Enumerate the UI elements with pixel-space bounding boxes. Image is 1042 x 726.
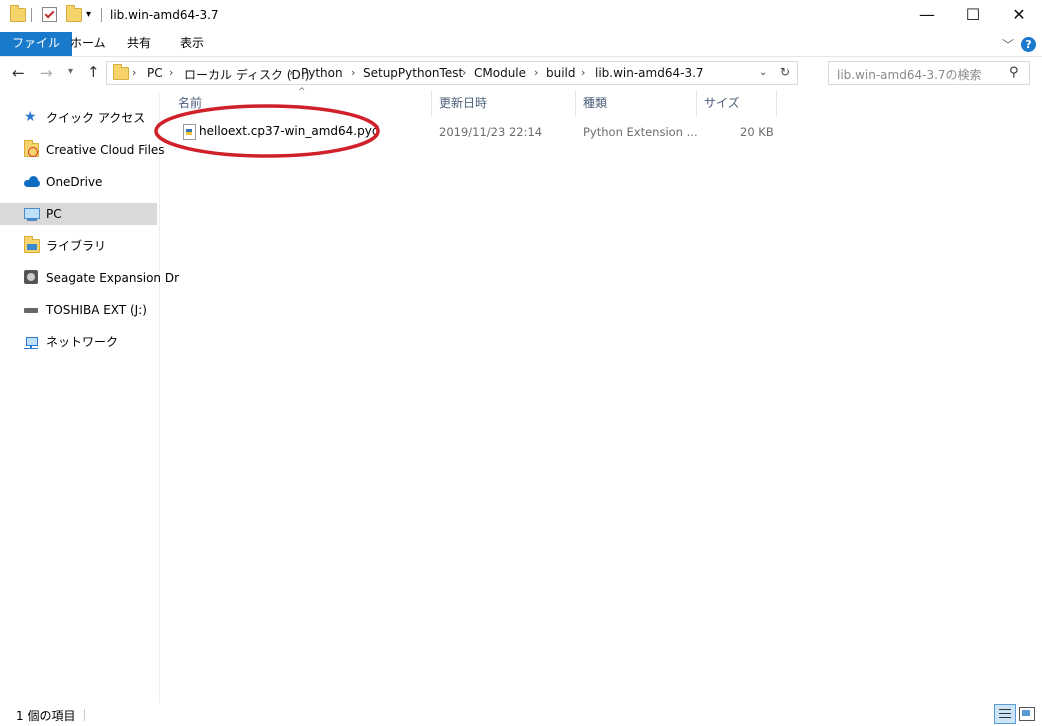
- sort-ascending-icon: ^: [298, 87, 306, 97]
- breadcrumb-setuppythontest[interactable]: SetupPythonTest: [363, 66, 463, 80]
- search-icon[interactable]: ⚲: [1009, 65, 1019, 80]
- large-icons-view-icon[interactable]: [1019, 707, 1035, 721]
- sidebar-item-library[interactable]: ライブラリ: [0, 235, 157, 257]
- sidebar-item-label: クイック アクセス: [46, 111, 146, 125]
- sidebar-item-seagate[interactable]: Seagate Expansion Dr: [0, 267, 179, 289]
- breadcrumb-separator[interactable]: ›: [581, 66, 585, 79]
- folder-icon: [113, 64, 129, 80]
- sidebar-item-toshiba[interactable]: TOSHIBA EXT (J:): [0, 299, 157, 321]
- tab-view[interactable]: 表示: [168, 32, 216, 56]
- sidebar-item-label: TOSHIBA EXT (J:): [46, 303, 147, 317]
- refresh-icon[interactable]: ↻: [780, 65, 790, 79]
- forward-arrow-icon[interactable]: →: [40, 64, 53, 82]
- divider: [101, 8, 102, 22]
- sidebar-item-label: OneDrive: [46, 175, 103, 189]
- maximize-button[interactable]: ☐: [950, 0, 996, 32]
- star-icon: ★: [24, 109, 37, 125]
- sidebar-item-label: ライブラリ: [46, 239, 107, 253]
- tab-home[interactable]: ホーム: [58, 32, 118, 56]
- column-divider[interactable]: [696, 90, 697, 116]
- file-size: 20 KB: [740, 125, 774, 139]
- search-box[interactable]: lib.win-amd64-3.7の検索 ⚲: [828, 61, 1030, 85]
- column-header-size[interactable]: サイズ: [704, 94, 740, 111]
- sidebar-item-label: Creative Cloud Files: [46, 143, 165, 157]
- divider: [31, 8, 32, 22]
- up-arrow-icon[interactable]: ↑: [87, 63, 100, 81]
- drive-icon: [24, 270, 38, 284]
- sidebar-item-label: PC: [46, 207, 62, 221]
- breadcrumb-pc[interactable]: PC: [147, 66, 163, 80]
- sidebar-item-label: Seagate Expansion Dr: [46, 271, 180, 285]
- back-arrow-icon[interactable]: ←: [12, 64, 25, 82]
- minimize-button[interactable]: —: [904, 0, 950, 32]
- chevron-down-icon[interactable]: ﹀: [1002, 36, 1014, 53]
- divider: [84, 709, 85, 721]
- item-count: 1 個の項目: [16, 709, 76, 723]
- breadcrumb-current[interactable]: lib.win-amd64-3.7: [595, 66, 704, 80]
- highlight-circle: [154, 104, 380, 158]
- column-header-date[interactable]: 更新日時: [439, 94, 487, 111]
- navigation-pane: ★ クイック アクセス Creative Cloud Files OneDriv…: [0, 93, 179, 703]
- tab-share[interactable]: 共有: [115, 32, 163, 56]
- breadcrumb-separator[interactable]: ›: [169, 66, 173, 79]
- search-placeholder[interactable]: lib.win-amd64-3.7の検索: [837, 66, 982, 83]
- breadcrumb-python[interactable]: Python: [301, 66, 343, 80]
- properties-icon[interactable]: [42, 7, 57, 22]
- help-icon[interactable]: ?: [1021, 37, 1036, 52]
- title-bar: ▾ lib.win-amd64-3.7 — ☐ ✕: [0, 0, 1042, 32]
- column-header-type[interactable]: 種類: [583, 94, 607, 111]
- details-view-icon[interactable]: [994, 704, 1016, 724]
- sidebar-item-quick-access[interactable]: ★ クイック アクセス: [0, 107, 157, 129]
- library-icon: [24, 236, 40, 253]
- breadcrumb-separator[interactable]: ›: [534, 66, 538, 79]
- sidebar-item-creative-cloud[interactable]: Creative Cloud Files: [0, 139, 165, 161]
- breadcrumb-separator[interactable]: ›: [351, 66, 355, 79]
- usb-drive-icon: [24, 308, 38, 313]
- address-bar[interactable]: › PC › ローカル ディスク (D:) › Python › SetupPy…: [106, 61, 798, 85]
- cloud-icon: [24, 175, 40, 189]
- folder-icon: [10, 5, 26, 22]
- address-dropdown-icon[interactable]: ⌄: [759, 67, 767, 78]
- breadcrumb-separator: ›: [132, 66, 137, 79]
- sidebar-item-network[interactable]: ネットワーク: [0, 331, 157, 353]
- column-divider[interactable]: [776, 90, 777, 116]
- column-divider[interactable]: [431, 90, 432, 116]
- ribbon-tabs: ファイル ホーム 共有 表示 ﹀ ?: [0, 32, 1042, 57]
- sidebar-item-onedrive[interactable]: OneDrive: [0, 171, 157, 193]
- window-title: lib.win-amd64-3.7: [110, 8, 219, 22]
- file-type: Python Extension ...: [583, 125, 698, 139]
- new-folder-icon[interactable]: [66, 5, 82, 22]
- computer-icon: [24, 207, 40, 221]
- sidebar-item-label: ネットワーク: [46, 335, 119, 349]
- breadcrumb-separator[interactable]: ›: [462, 66, 466, 79]
- breadcrumb-separator[interactable]: ›: [289, 66, 293, 79]
- close-button[interactable]: ✕: [996, 0, 1042, 32]
- recent-chevron-icon[interactable]: ▾: [68, 66, 73, 77]
- status-bar: 1 個の項目: [0, 703, 1042, 726]
- customize-qa-icon[interactable]: ▾: [86, 9, 91, 20]
- sidebar-item-pc[interactable]: PC: [0, 203, 157, 225]
- column-divider[interactable]: [575, 90, 576, 116]
- breadcrumb-build[interactable]: build: [546, 66, 576, 80]
- breadcrumb-cmodule[interactable]: CModule: [474, 66, 526, 80]
- creative-cloud-icon: [24, 140, 39, 157]
- network-icon: [24, 335, 40, 349]
- file-date: 2019/11/23 22:14: [439, 125, 543, 139]
